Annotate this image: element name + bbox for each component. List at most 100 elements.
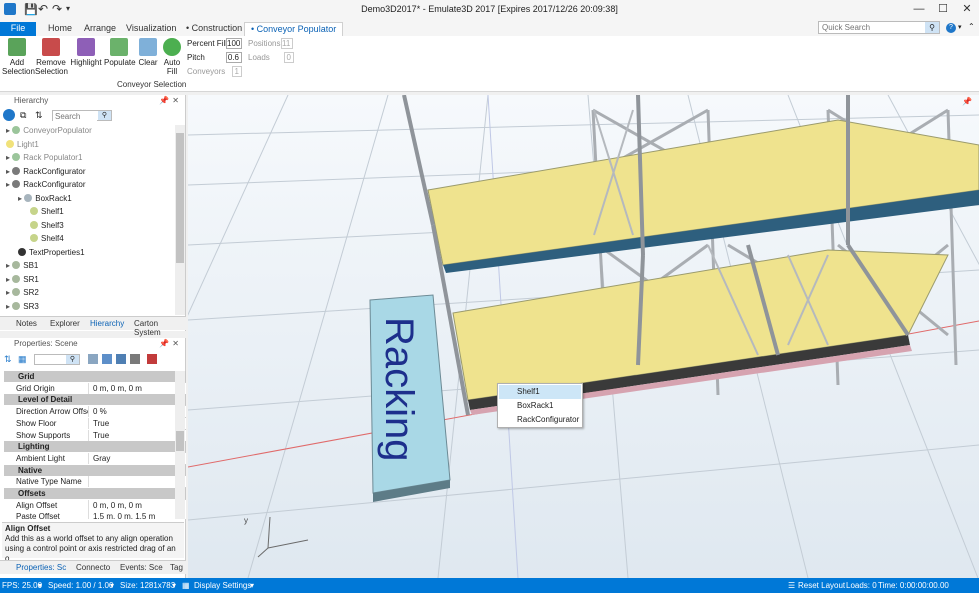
tool-icon-4[interactable] [130, 354, 140, 364]
clear-button[interactable]: Clear [136, 38, 160, 67]
sort-icon[interactable]: ⇅ [35, 110, 43, 121]
tab-notes[interactable]: Notes [16, 319, 37, 328]
tool-icon-1[interactable] [88, 354, 98, 364]
categories-icon[interactable]: ▦ [18, 354, 27, 365]
scene-canvas[interactable]: Racking y [188, 95, 979, 578]
property-value[interactable]: 0 % [88, 406, 186, 418]
close-button[interactable]: ✕ [960, 2, 974, 16]
populate-button[interactable]: Populate [104, 38, 136, 67]
property-category[interactable]: Grid [4, 371, 186, 382]
tab-carton-system[interactable]: Carton System [134, 319, 186, 337]
tree-item[interactable]: Shelf3 [30, 220, 64, 232]
tree-item[interactable]: ▸ SR3 [6, 301, 39, 313]
tab-events[interactable]: Events: Sce [120, 563, 163, 572]
maximize-button[interactable]: ☐ [936, 2, 950, 16]
size-dropdown-icon[interactable]: ▾ [172, 581, 176, 590]
context-menu-item-boxrack1[interactable]: BoxRack1 [499, 399, 581, 413]
tree-item[interactable]: ▸ BoxRack1 [18, 193, 72, 205]
property-row[interactable]: Direction Arrow Offse 0 % [4, 406, 186, 418]
search-icon[interactable]: ⚲ [925, 22, 939, 33]
hierarchy-scrollbar[interactable] [175, 125, 185, 315]
property-category[interactable]: Lighting [4, 441, 186, 453]
reset-layout-button[interactable]: Reset Layout [798, 581, 845, 590]
pin-icon[interactable]: 📌 [159, 95, 169, 107]
highlight-button[interactable]: Highlight [70, 38, 102, 67]
tree-item[interactable]: ▸ Rack Populator1 [6, 152, 82, 164]
tab-tags[interactable]: Tag [170, 563, 183, 572]
property-category[interactable]: Native [4, 464, 186, 476]
tool-icon-3[interactable] [116, 354, 126, 364]
filter-icon[interactable] [3, 109, 15, 121]
quick-search[interactable]: ⚲ [818, 21, 940, 34]
tab-properties[interactable]: Properties: Sc [16, 563, 66, 572]
tool-icon-2[interactable] [102, 354, 112, 364]
tab-explorer[interactable]: Explorer [50, 319, 80, 328]
property-row[interactable]: Show Supports True [4, 429, 186, 441]
chevron-down-icon[interactable]: ▾ [958, 23, 962, 31]
tree-item[interactable]: ▸ RackConfigurator [6, 166, 86, 178]
tree-item[interactable]: ▸ SR2 [6, 287, 39, 299]
property-value[interactable]: True [88, 417, 186, 429]
speed-dropdown-icon[interactable]: ▾ [110, 581, 114, 590]
context-menu-item-shelf1[interactable]: Shelf1 [499, 385, 581, 399]
context-menu-item-rackconfigurator[interactable]: RackConfigurator [499, 413, 581, 427]
tab-hierarchy[interactable]: Hierarchy [90, 319, 124, 328]
scrollbar-thumb[interactable] [176, 431, 184, 451]
property-row[interactable]: Paste Offset 1.5 m, 0 m, 1.5 m [4, 511, 186, 519]
property-row[interactable]: Native Type Name [4, 476, 186, 488]
tree-item[interactable]: ▸ ConveyorPopulator [6, 125, 92, 137]
hierarchy-search[interactable]: ⚲ [52, 110, 112, 121]
tree-item[interactable]: Light1 [6, 139, 39, 151]
minimize-button[interactable]: — [912, 2, 926, 16]
tree-item[interactable]: Shelf4 [30, 233, 64, 245]
tab-file[interactable]: File [0, 22, 36, 36]
property-category[interactable]: Offsets [4, 488, 186, 499]
search-icon[interactable]: ⚲ [98, 111, 111, 120]
tab-visualization[interactable]: Visualization [120, 22, 182, 36]
properties-scrollbar[interactable] [175, 371, 185, 519]
search-icon[interactable]: ⚲ [66, 355, 79, 364]
pin-icon[interactable]: 📌 [159, 338, 169, 350]
tree-item[interactable]: Shelf1 [30, 206, 64, 218]
property-value[interactable]: True [88, 429, 186, 441]
tab-conveyor-populator[interactable]: • Conveyor Populator [244, 22, 344, 36]
property-row[interactable]: Ambient Light Gray [4, 452, 186, 464]
tree-item[interactable]: ▸ SB1 [6, 260, 38, 272]
tab-home[interactable]: Home [42, 22, 78, 36]
percent-fill-field[interactable]: 100 [226, 38, 242, 49]
display-settings-button[interactable]: Display Settings [194, 581, 251, 590]
viewport-pin-icon[interactable]: 📌 [962, 97, 972, 106]
property-row[interactable]: Show Floor True [4, 417, 186, 429]
sort-icon[interactable]: ⇅ [4, 354, 12, 365]
tab-arrange[interactable]: Arrange [78, 22, 122, 36]
tab-construction[interactable]: • Construction [180, 22, 248, 36]
close-icon[interactable]: ✕ [172, 95, 179, 107]
help-icon[interactable]: ? [946, 23, 956, 33]
tab-connectors[interactable]: Connecto [76, 563, 110, 572]
auto-fill-button[interactable]: Auto Fill [160, 38, 184, 76]
property-row[interactable]: Align Offset 0 m, 0 m, 0 m [4, 499, 186, 511]
property-value[interactable] [88, 476, 186, 488]
property-value[interactable]: Gray [88, 452, 186, 464]
expand-icon[interactable]: ⧉ [20, 110, 26, 121]
collapse-ribbon-icon[interactable]: ⌃ [968, 22, 975, 31]
add-selection-button[interactable]: Add Selection [2, 38, 35, 76]
close-icon[interactable]: ✕ [172, 338, 179, 350]
tree-item[interactable]: ▸ RackConfigurator [6, 179, 86, 191]
fps-dropdown-icon[interactable]: ▾ [38, 581, 42, 590]
property-row[interactable]: Grid Origin 0 m, 0 m, 0 m [4, 382, 186, 394]
scrollbar-thumb[interactable] [176, 133, 184, 263]
display-settings-dropdown-icon[interactable]: ▾ [250, 581, 254, 590]
pitch-field[interactable]: 0.6 [226, 52, 242, 63]
tree-item[interactable]: ▸ SR1 [6, 274, 39, 286]
property-value[interactable]: 0 m, 0 m, 0 m [88, 382, 186, 394]
tree-item[interactable]: TextProperties1 [18, 247, 85, 259]
properties-search[interactable]: ⚲ [34, 354, 80, 365]
tool-icon-5[interactable] [147, 354, 157, 364]
property-category[interactable]: Level of Detail [4, 394, 186, 406]
3d-viewport[interactable]: Racking y 📌 [188, 95, 979, 578]
property-value[interactable]: 1.5 m, 0 m, 1.5 m [88, 511, 186, 519]
list-icon[interactable]: ☰ [788, 581, 795, 590]
remove-selection-button[interactable]: Remove Selection [35, 38, 68, 76]
property-value[interactable]: 0 m, 0 m, 0 m [88, 499, 186, 511]
